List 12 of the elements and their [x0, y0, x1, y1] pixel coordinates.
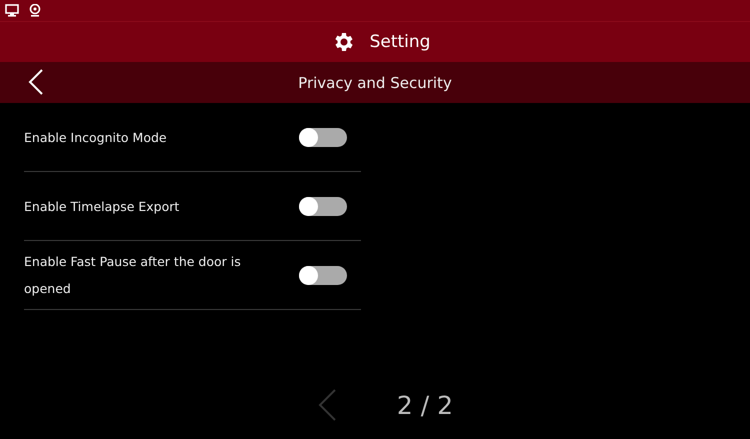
back-button[interactable] [28, 68, 44, 96]
toggle-switch[interactable] [299, 266, 347, 284]
page-title: Privacy and Security [298, 74, 452, 92]
setting-label: Enable Timelapse Export [24, 198, 180, 216]
toggle-switch[interactable] [299, 196, 347, 216]
setting-label: Enable Fast Pause after the door is opened [24, 253, 242, 298]
toggle-switch[interactable] [299, 128, 347, 146]
setting-label: Enable Incognito Mode [24, 128, 168, 147]
webcam-icon [29, 4, 41, 17]
header-title: Setting [370, 32, 430, 52]
monitor-icon [5, 4, 19, 17]
page-indicator: 2 / 2 [396, 390, 454, 420]
